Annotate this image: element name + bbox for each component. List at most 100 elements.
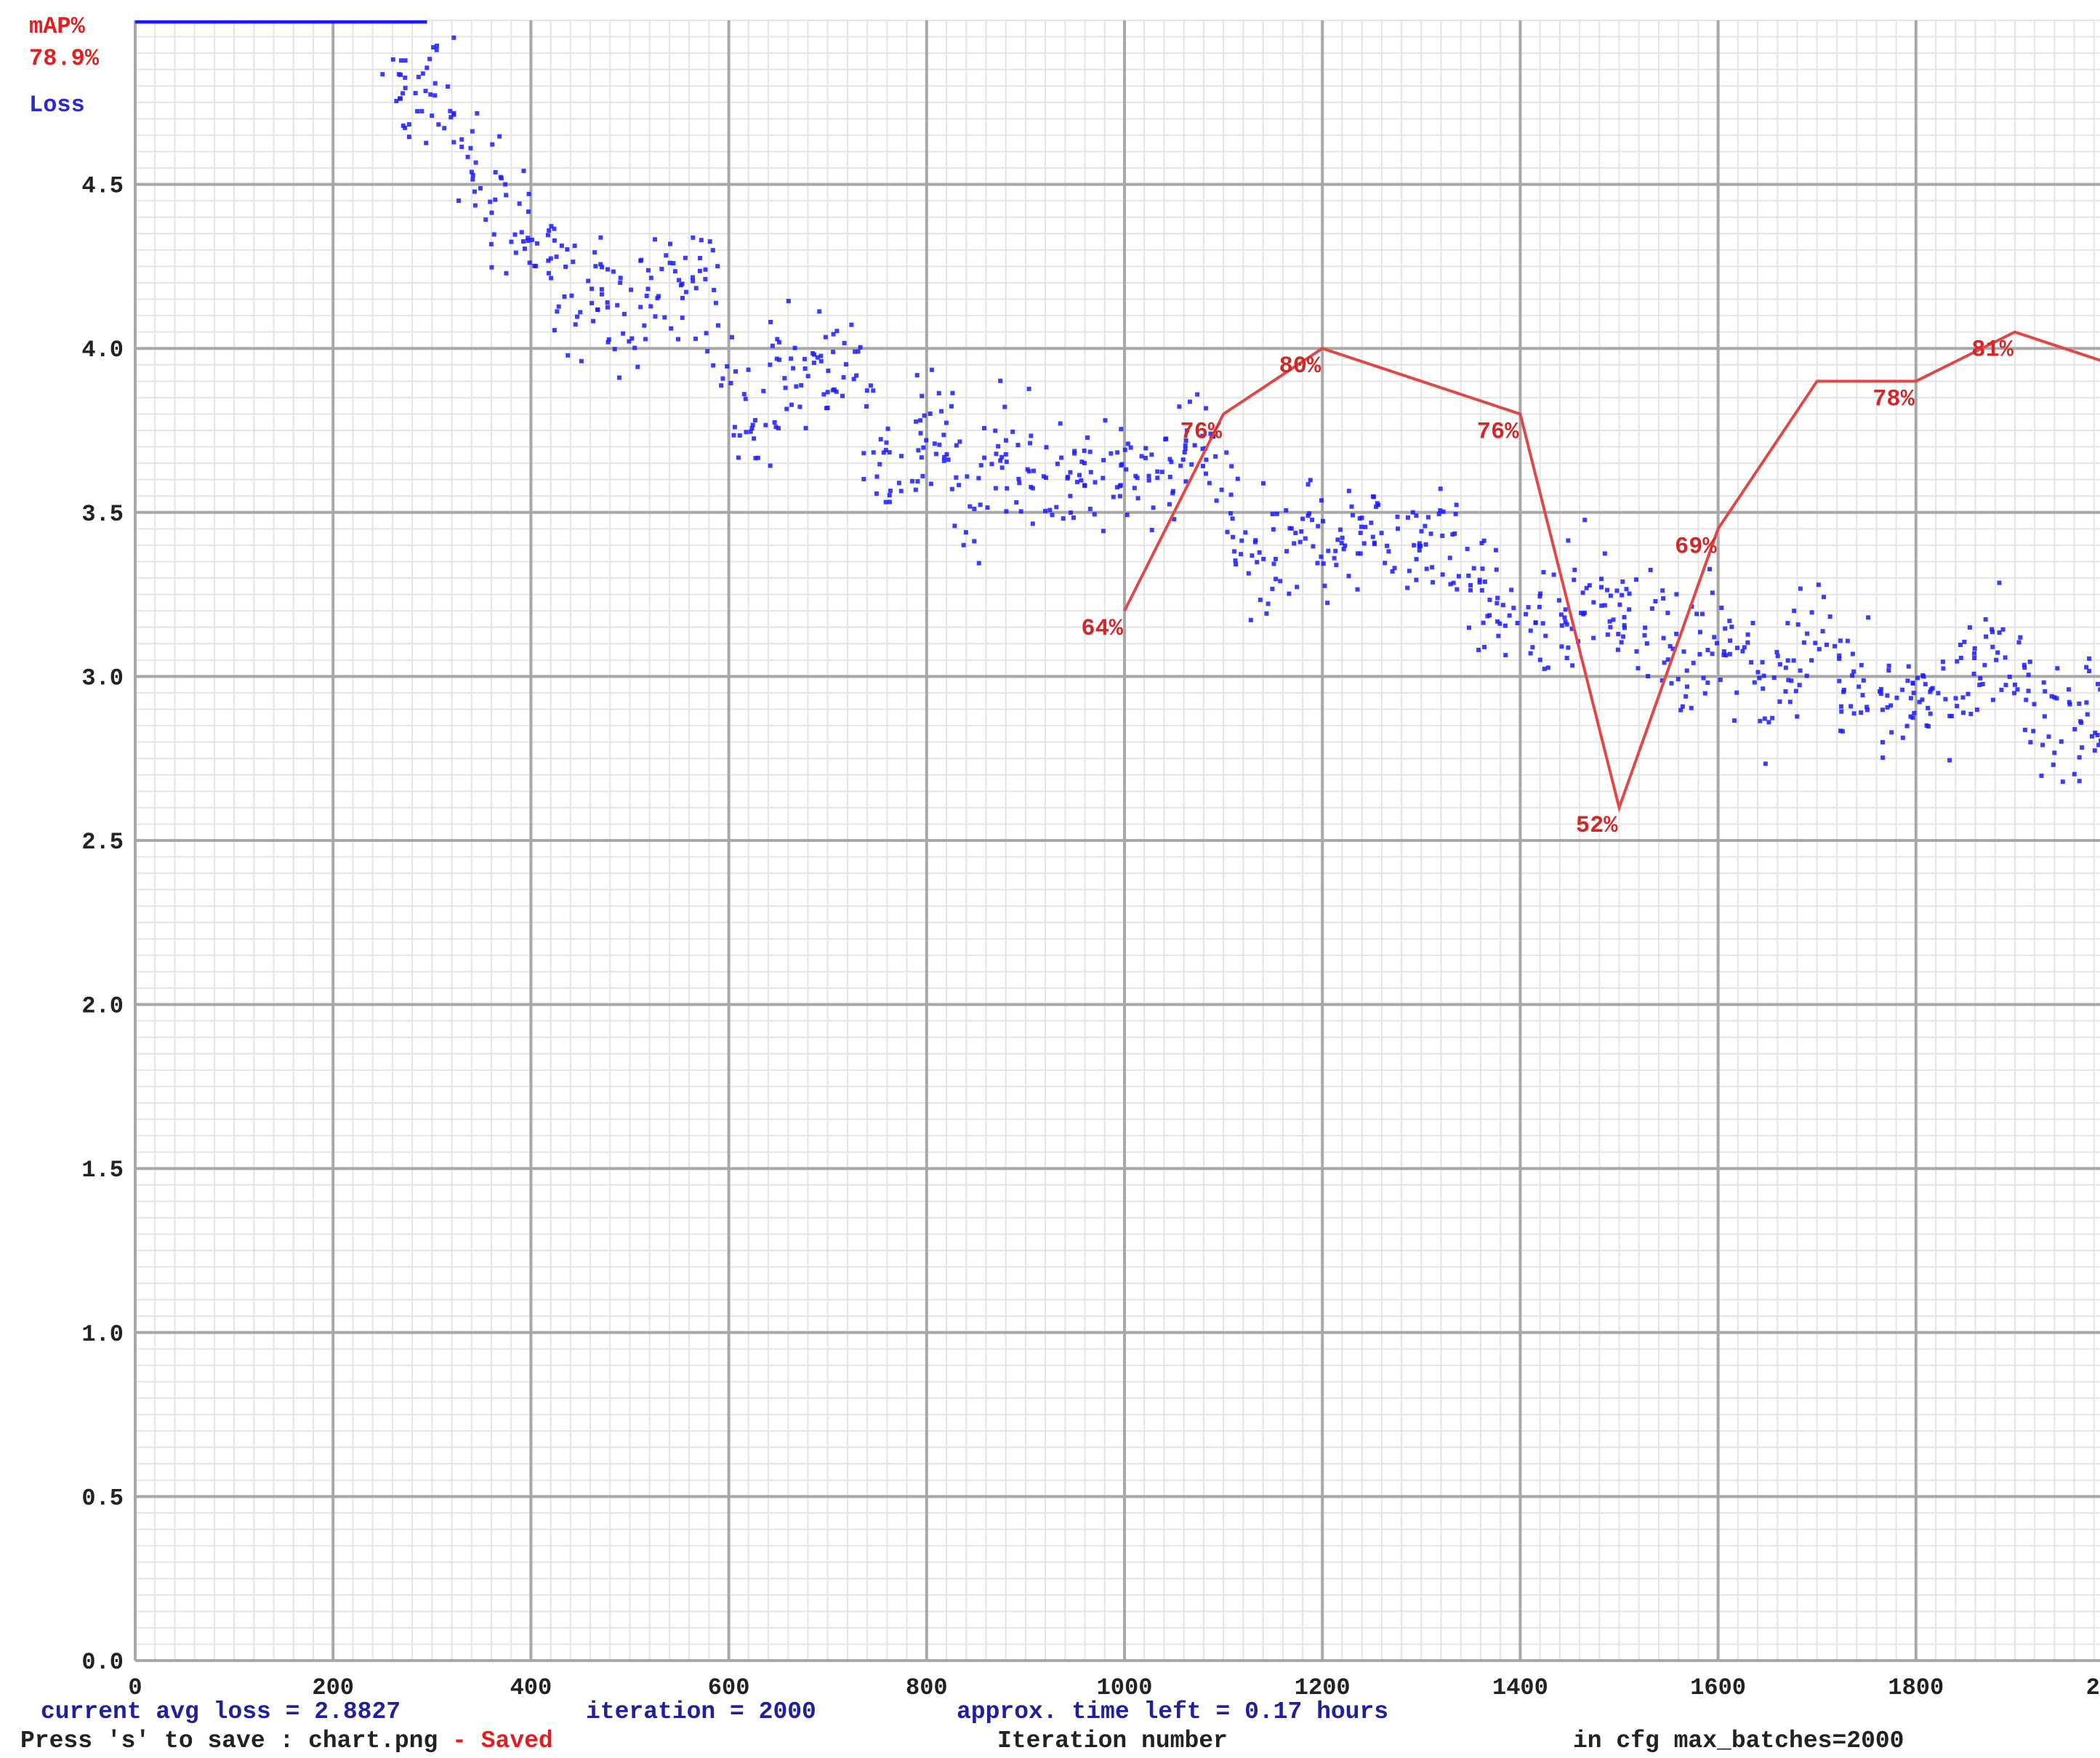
- loss-point: [834, 329, 840, 334]
- loss-point: [1047, 507, 1053, 513]
- loss-point: [1511, 606, 1516, 611]
- loss-point: [1003, 451, 1008, 457]
- loss-point: [526, 191, 531, 196]
- loss-point: [1723, 626, 1728, 631]
- loss-point: [1537, 594, 1542, 599]
- loss-point: [1261, 556, 1266, 561]
- loss-point: [1468, 582, 1473, 587]
- x-tick-label: 1400: [1492, 1674, 1548, 1701]
- loss-point: [1729, 625, 1734, 630]
- loss-point: [874, 491, 879, 496]
- loss-point: [436, 122, 441, 127]
- loss-point: [921, 445, 926, 450]
- loss-point: [826, 368, 831, 373]
- loss-point: [802, 366, 808, 371]
- loss-point: [1761, 673, 1766, 678]
- loss-point: [1660, 588, 1665, 593]
- loss-point: [1177, 404, 1182, 409]
- loss-point: [621, 331, 626, 336]
- loss-point: [552, 226, 557, 231]
- loss-point: [719, 383, 724, 388]
- loss-point: [490, 142, 495, 147]
- loss-point: [1031, 468, 1036, 473]
- loss-point: [1293, 531, 1298, 536]
- loss-point: [2026, 689, 2031, 694]
- loss-point: [1059, 455, 1064, 460]
- loss-point: [552, 328, 557, 333]
- loss-point: [776, 340, 781, 345]
- loss-point: [415, 109, 420, 114]
- loss-point: [1745, 640, 1750, 645]
- loss-point: [420, 71, 425, 76]
- loss-point: [403, 58, 408, 63]
- loss-point: [1115, 450, 1120, 455]
- loss-point: [398, 96, 403, 101]
- loss-point: [1494, 567, 1499, 572]
- loss-point: [653, 237, 658, 242]
- loss-point: [605, 267, 610, 272]
- loss-point: [811, 361, 816, 366]
- loss-point: [1665, 611, 1670, 616]
- loss-point: [1579, 610, 1584, 615]
- loss-point: [843, 362, 848, 367]
- loss-point: [598, 235, 603, 240]
- loss-point: [946, 457, 951, 462]
- loss-point: [1636, 666, 1641, 671]
- loss-point: [732, 425, 737, 430]
- loss-point: [549, 276, 554, 281]
- y-tick-label: 1.0: [81, 1321, 124, 1348]
- loss-point: [887, 450, 892, 455]
- loss-point: [1074, 480, 1079, 485]
- loss-point: [797, 404, 802, 409]
- loss-point: [1151, 505, 1156, 510]
- loss-point: [1774, 649, 1779, 654]
- loss-point: [1697, 630, 1702, 635]
- loss-point: [552, 238, 557, 243]
- loss-point: [1303, 536, 1308, 541]
- loss-point: [2007, 674, 2012, 679]
- loss-point: [1101, 529, 1106, 534]
- loss-point: [1255, 560, 1260, 565]
- loss-point: [752, 436, 757, 441]
- loss-point: [693, 336, 699, 341]
- loss-point: [1233, 558, 1238, 563]
- loss-point: [2040, 742, 2045, 747]
- loss-point: [1537, 657, 1542, 662]
- loss-point: [965, 474, 970, 479]
- loss-point: [825, 390, 830, 395]
- save-hint: Press 's' to save : chart.png: [20, 1727, 438, 1754]
- loss-point: [954, 443, 959, 448]
- loss-point: [517, 201, 522, 206]
- loss-point: [1125, 513, 1130, 518]
- loss-point: [1383, 561, 1388, 566]
- loss-point: [642, 323, 647, 328]
- loss-point: [1319, 498, 1324, 503]
- loss-point: [1321, 561, 1326, 566]
- loss-point: [1440, 533, 1445, 538]
- loss-point: [1923, 682, 1928, 687]
- loss-point: [529, 237, 534, 242]
- loss-point: [1061, 516, 1066, 521]
- loss-point: [1750, 620, 1755, 625]
- map-point-label: 81%: [1971, 337, 2013, 364]
- loss-point: [1771, 675, 1777, 681]
- training-chart: 0 200 400 600 800 1000 1200 1400 1600 1800 2000 0.0…: [81, 20, 2100, 1701]
- loss-point: [1322, 583, 1327, 588]
- loss-point: [1627, 607, 1632, 612]
- loss-point: [914, 373, 920, 378]
- loss-point: [1755, 670, 1761, 675]
- loss-point: [1972, 646, 1977, 651]
- x-axis-title: Iteration number: [997, 1727, 1228, 1754]
- loss-point: [1295, 585, 1300, 590]
- loss-point: [1225, 529, 1230, 534]
- loss-point: [1680, 704, 1685, 709]
- loss-point: [2079, 720, 2084, 725]
- loss-point: [1270, 512, 1275, 517]
- loss-point: [1533, 620, 1538, 625]
- loss-point: [1386, 549, 1391, 554]
- loss-point: [1111, 494, 1116, 499]
- loss-point: [659, 267, 664, 272]
- loss-point: [883, 499, 888, 505]
- y-tick-label: 2.0: [81, 993, 124, 1020]
- loss-point: [435, 43, 440, 48]
